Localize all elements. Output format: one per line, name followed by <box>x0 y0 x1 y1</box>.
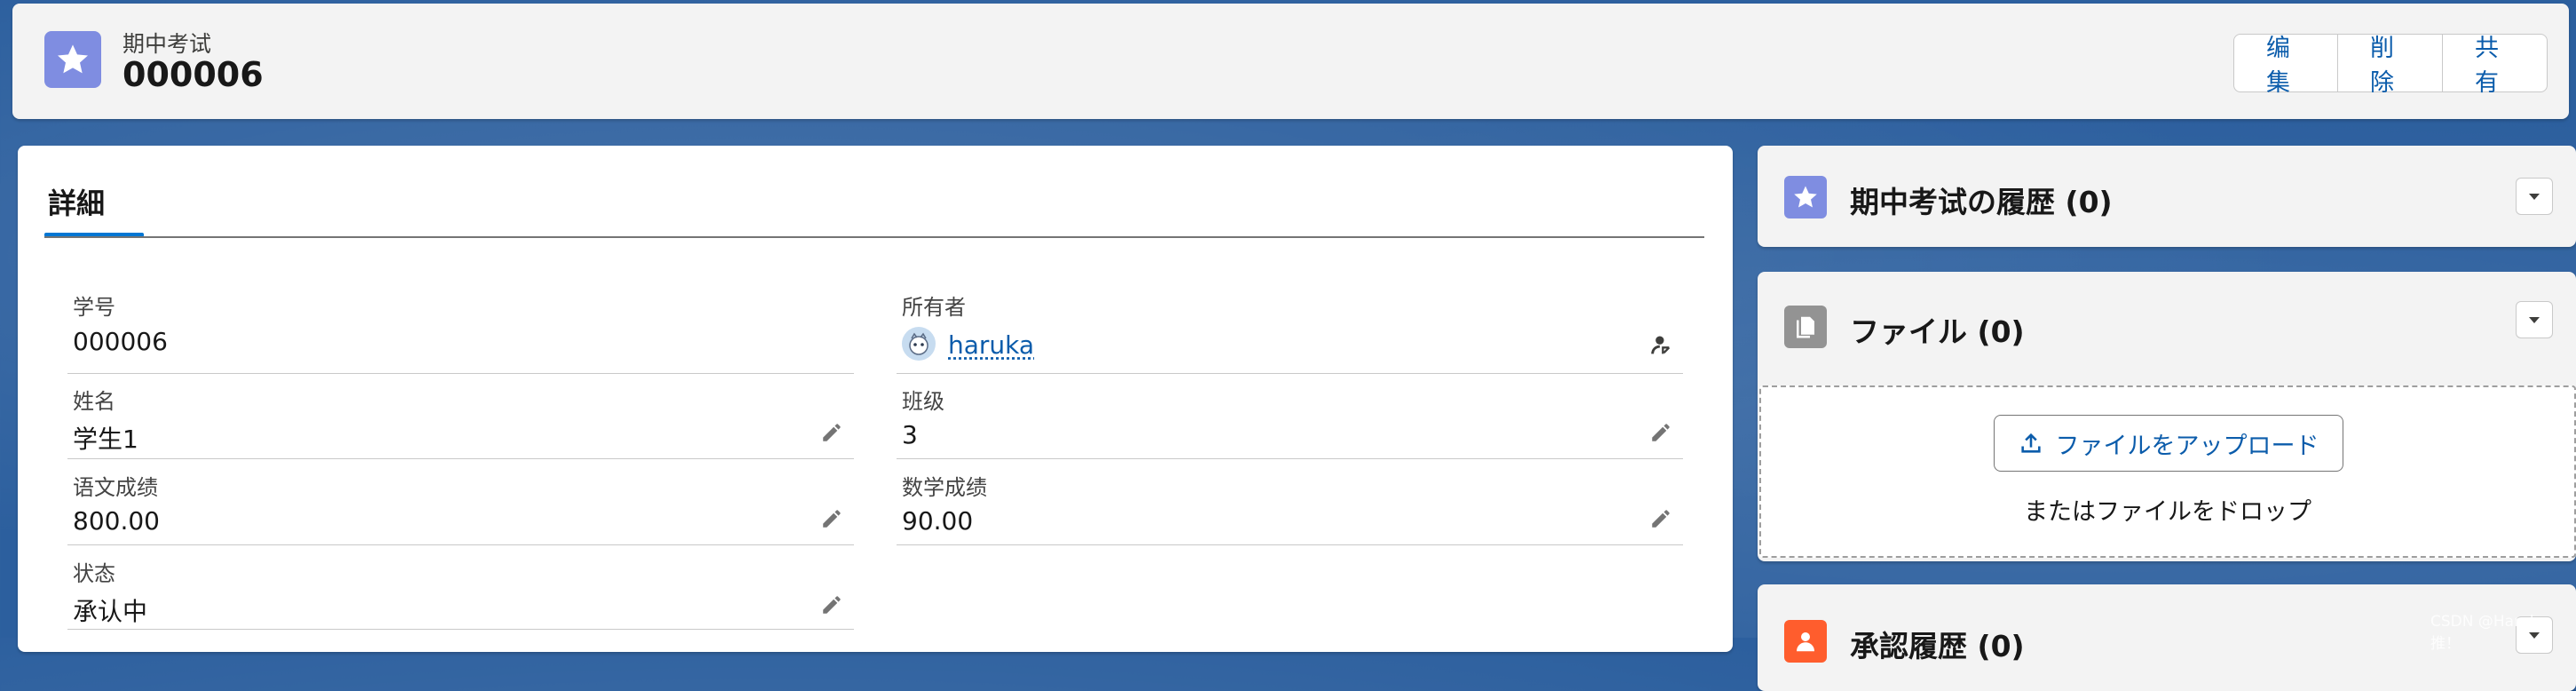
student-no-label: 学号 <box>73 295 115 320</box>
status-label: 状态 <box>73 561 115 586</box>
field-divider <box>67 629 854 630</box>
chinese-score-value: 800.00 <box>73 506 160 536</box>
delete-button[interactable]: 削除 <box>2337 34 2443 97</box>
class-value: 3 <box>902 420 918 449</box>
user-avatar-icon <box>902 327 936 361</box>
star-icon <box>44 31 101 88</box>
pencil-icon[interactable] <box>1648 505 1674 532</box>
file-icon <box>1784 306 1827 348</box>
upload-icon <box>2019 431 2043 456</box>
pencil-icon[interactable] <box>818 592 845 618</box>
pencil-icon[interactable] <box>1648 419 1674 446</box>
history-title[interactable]: 期中考试の履歴 (0) <box>1850 179 2113 221</box>
field-divider <box>897 458 1683 459</box>
student-no-value: 000006 <box>73 327 168 356</box>
watermark-text: CSDN @Haruka推！ <box>2430 613 2548 653</box>
tab-detail[interactable]: 詳細 <box>48 181 105 222</box>
owner-label: 所有者 <box>902 295 966 320</box>
approval-icon <box>1784 620 1827 663</box>
field-divider <box>897 373 1683 374</box>
drop-hint-text: またはファイルをドロップ <box>2024 498 2311 526</box>
name-label: 姓名 <box>73 389 115 414</box>
star-icon <box>1784 176 1827 218</box>
chevron-down-icon[interactable] <box>2516 301 2553 338</box>
file-dropzone[interactable] <box>1759 385 2576 558</box>
files-title[interactable]: ファイル (0) <box>1850 308 2025 351</box>
class-label: 班级 <box>902 389 944 414</box>
change-owner-icon[interactable] <box>1648 332 1674 359</box>
record-header <box>12 4 2569 119</box>
tab-divider <box>44 236 1704 238</box>
approval-history-title[interactable]: 承認履歴 (0) <box>1850 623 2025 665</box>
upload-file-button[interactable]: ファイルをアップロード <box>1994 415 2343 472</box>
field-divider <box>67 373 854 374</box>
math-score-label: 数学成绩 <box>902 475 987 500</box>
chinese-score-label: 语文成绩 <box>73 475 158 500</box>
name-value: 学生1 <box>73 425 138 454</box>
field-divider <box>67 458 854 459</box>
upload-label: ファイルをアップロード <box>2055 432 2319 460</box>
status-value: 承认中 <box>73 597 148 626</box>
pencil-icon[interactable] <box>818 419 845 446</box>
field-divider <box>897 544 1683 545</box>
share-button[interactable]: 共有 <box>2442 34 2548 97</box>
field-divider <box>67 544 854 545</box>
header-button-group: 编集 削除 共有 <box>2233 34 2548 97</box>
object-type-label: 期中考试 <box>122 31 212 57</box>
record-title: 000006 <box>122 55 264 94</box>
edit-button[interactable]: 编集 <box>2233 34 2338 97</box>
chevron-down-icon[interactable] <box>2516 178 2553 215</box>
math-score-value: 90.00 <box>902 506 974 536</box>
pencil-icon[interactable] <box>818 505 845 532</box>
detail-card <box>18 146 1733 652</box>
owner-link[interactable]: haruka <box>948 330 1034 360</box>
